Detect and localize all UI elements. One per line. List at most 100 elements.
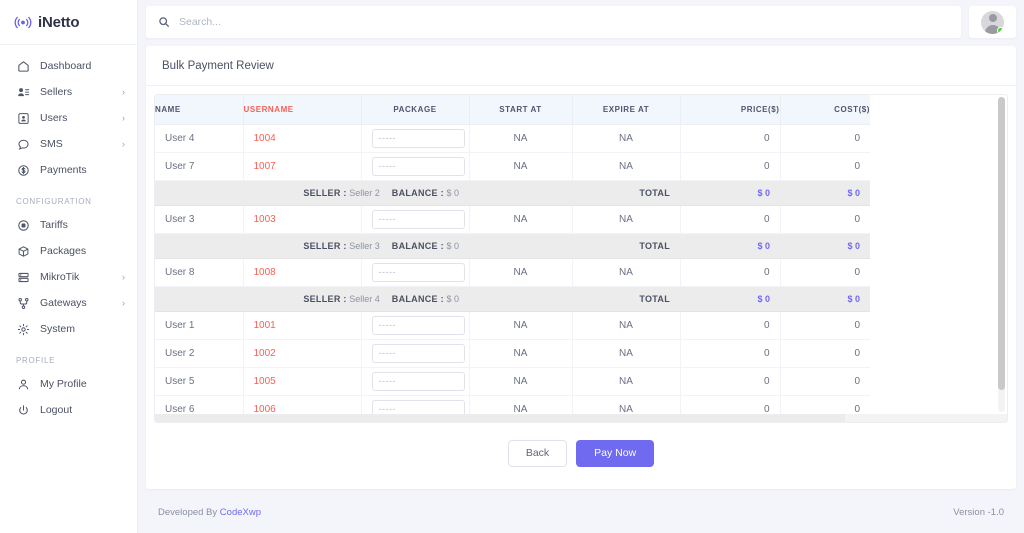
sidebar-item-tariffs[interactable]: Tariffs [0,212,137,238]
package-select[interactable]: ----- [371,128,465,148]
gateway-icon [16,296,31,311]
sidebar-item-label: Packages [40,245,87,257]
cell-start-at: NA [469,258,573,287]
back-button[interactable]: Back [507,440,568,467]
sidebar-item-dashboard[interactable]: Dashboard [0,53,137,79]
table-header-row: NAME USERNAME PACKAGE START AT EXPIRE AT… [155,95,870,125]
balance-value: $ 0 [446,240,459,251]
app-root: iNetto Dashboard Sellers › Users › SMS ›… [0,0,1024,533]
brand-logo[interactable]: iNetto [0,0,137,45]
cell-package: ----- [361,258,470,287]
table-row: User 8 1008 ----- NA NA 0 0 [155,258,870,287]
sidebar-section-configuration: CONFIGURATION [16,197,92,206]
avatar-head [988,14,997,22]
cell-name: User 6 [155,395,244,416]
package-select[interactable]: ----- [371,209,465,229]
col-header-price[interactable]: PRICE($) [680,95,781,125]
sidebar-item-label: Sellers [40,86,73,98]
cell-package: ----- [361,205,470,234]
user-menu-button[interactable] [969,6,1016,38]
cell-expire-at: NA [572,152,681,181]
cell-name: User 5 [155,367,244,396]
footer-version: Version -1.0 [953,506,1004,518]
seller-label: SELLER : [303,240,347,251]
chevron-right-icon: › [122,113,125,123]
table-horizontal-scrollbar[interactable] [155,414,1007,422]
sidebar-item-packages[interactable]: Packages [0,238,137,264]
cell-price: 0 [680,395,781,416]
total-cost: $ 0 [780,180,870,206]
package-select[interactable]: ----- [371,371,465,391]
search-bar[interactable] [146,6,961,38]
package-select[interactable]: ----- [371,262,465,282]
sidebar-nav: Dashboard Sellers › Users › SMS › Paymen… [0,45,137,533]
package-select[interactable]: ----- [371,343,465,363]
sidebar-item-my-profile[interactable]: My Profile [0,371,137,397]
cell-expire-at: NA [572,311,681,340]
brand-name: iNetto [38,13,80,31]
col-header-name[interactable]: NAME [155,95,244,125]
table-row: User 3 1003 ----- NA NA 0 0 [155,205,870,234]
sidebar-item-mikrotik[interactable]: MikroTik › [0,264,137,290]
package-select[interactable]: ----- [371,156,465,176]
table-horizontal-scrollbar-thumb[interactable] [155,414,845,422]
cell-start-at: NA [469,124,573,153]
package-select[interactable]: ----- [371,315,465,335]
person-icon [16,377,31,392]
sidebar-item-payments[interactable]: Payments [0,157,137,183]
sidebar-item-users[interactable]: Users › [0,105,137,131]
sidebar-item-gateways[interactable]: Gateways › [0,290,137,316]
col-header-cost[interactable]: COST($) [780,95,870,125]
sidebar-item-label: Dashboard [40,60,92,72]
cell-start-at: NA [469,339,573,368]
user-box-icon [16,111,31,126]
cell-cost: 0 [780,395,870,416]
cell-price: 0 [680,339,781,368]
sidebar-item-sms[interactable]: SMS › [0,131,137,157]
cell-username: 1004 [243,124,362,153]
cell-start-at: NA [469,205,573,234]
pay-now-button[interactable]: Pay Now [576,440,655,467]
developer-link[interactable]: CodeXwp [220,507,261,518]
cell-package: ----- [361,124,470,153]
bulk-payment-card: Bulk Payment Review NAME USERNAME PACKAG… [146,46,1016,489]
table-vertical-scrollbar[interactable] [998,97,1005,412]
sidebar-item-label: Users [40,112,68,124]
cell-cost: 0 [780,258,870,287]
seller-summary-row: SELLER : Seller 4 BALANCE : $ 0 TOTAL $ 0 $ … [155,286,870,312]
users-list-icon [16,85,31,100]
cell-cost: 0 [780,367,870,396]
col-header-start-at[interactable]: START AT [469,95,573,125]
cell-username: 1008 [243,258,362,287]
balance-label: BALANCE : [391,240,444,251]
sidebar-item-sellers[interactable]: Sellers › [0,79,137,105]
table-row: User 1 1001 ----- NA NA 0 0 [155,311,870,340]
sidebar-item-logout[interactable]: Logout [0,397,137,423]
sidebar-item-label: System [40,323,76,335]
cell-package: ----- [361,367,470,396]
table-row: User 4 1004 ----- NA NA 0 0 [155,124,870,153]
table-vertical-scrollbar-thumb[interactable] [998,97,1005,390]
cell-username: 1002 [243,339,362,368]
chat-icon [16,137,31,152]
footer: Developed By CodeXwp Version -1.0 [138,491,1024,533]
total-price: $ 0 [680,233,780,259]
cell-expire-at: NA [572,258,681,287]
balance-value: $ 0 [446,293,459,304]
col-header-expire-at[interactable]: EXPIRE AT [572,95,681,125]
tariff-icon [16,218,31,233]
table-row: User 7 1007 ----- NA NA 0 0 [155,152,870,181]
table-scroll-area[interactable]: NAME USERNAME PACKAGE START AT EXPIRE AT… [155,95,1007,416]
cell-cost: 0 [780,152,870,181]
col-header-username[interactable]: USERNAME [243,95,362,125]
balance-value: $ 0 [446,187,459,198]
cell-name: User 8 [155,258,244,287]
cell-expire-at: NA [572,339,681,368]
chevron-right-icon: › [122,298,125,308]
sidebar-item-system[interactable]: System [0,316,137,342]
search-input[interactable] [179,16,949,28]
sidebar-item-label: Payments [40,164,87,176]
total-cost: $ 0 [780,233,870,259]
col-header-package[interactable]: PACKAGE [361,95,470,125]
sidebar-item-label: SMS [40,138,63,150]
